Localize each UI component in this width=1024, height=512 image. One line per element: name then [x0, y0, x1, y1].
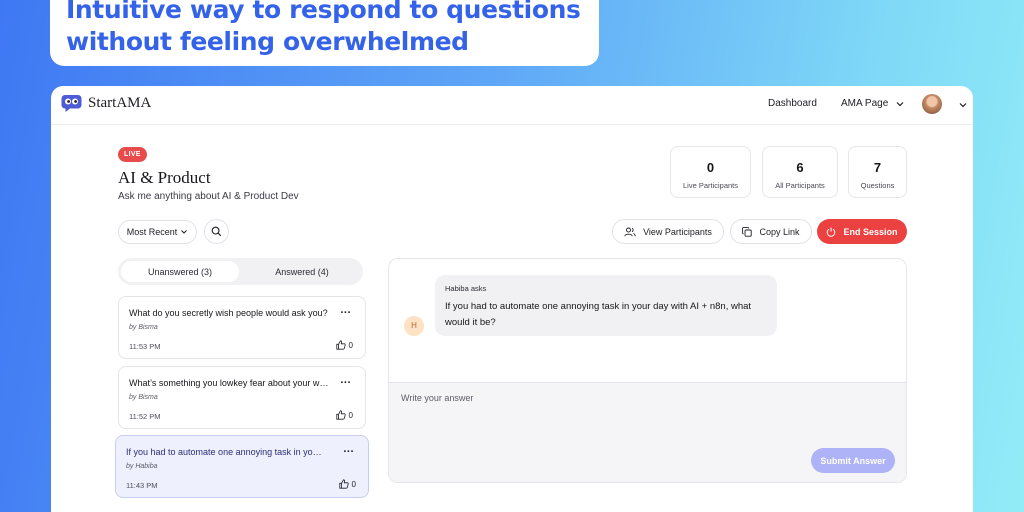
thumbs-up-icon	[335, 340, 346, 350]
sort-dropdown[interactable]: Most Recent	[118, 220, 197, 244]
nav-ama-page-label: AMA Page	[841, 98, 889, 109]
chat-panel: H Habiba asks If you had to automate one…	[388, 258, 907, 483]
search-button[interactable]	[204, 219, 229, 244]
chat-messages: H Habiba asks If you had to automate one…	[389, 259, 906, 382]
chevron-down-icon	[896, 101, 904, 106]
bubble-question-text: If you had to automate one annoying task…	[445, 301, 752, 328]
nav-dashboard-label: Dashboard	[768, 98, 817, 109]
tab-answered[interactable]: Answered (4)	[244, 261, 360, 282]
chevron-down-icon	[181, 230, 188, 234]
like-button[interactable]: 0	[335, 410, 353, 420]
thumbs-up-icon	[338, 479, 349, 489]
stat-label: All Participants	[775, 181, 825, 190]
question-card-selected[interactable]: If you had to automate one annoying task…	[115, 435, 369, 498]
question-card[interactable]: What do you secretly wish people would a…	[118, 296, 366, 359]
stat-label: Live Participants	[682, 181, 739, 190]
question-time: 11:52 PM	[129, 412, 161, 421]
view-participants-button[interactable]: View Participants	[612, 219, 724, 244]
more-options-icon[interactable]: ...	[340, 304, 351, 316]
end-session-button[interactable]: End Session	[817, 219, 907, 244]
question-text: If you had to automate one annoying task…	[126, 447, 326, 457]
copy-icon	[742, 226, 753, 237]
question-tabs: Unanswered (3) Answered (4)	[118, 258, 363, 285]
tab-unanswered[interactable]: Unanswered (3)	[121, 261, 239, 282]
question-bubble: Habiba asks If you had to automate one a…	[435, 275, 777, 336]
brand-chat-icon	[61, 95, 82, 112]
copy-link-label: Copy Link	[759, 226, 800, 237]
hero-card: Intuitive way to respond to questions wi…	[50, 0, 599, 66]
app-window: StartAMA Dashboard AMA Page LIVE AI & Pr…	[51, 86, 973, 512]
like-button[interactable]: 0	[335, 340, 353, 350]
submit-answer-button[interactable]: Submit Answer	[811, 448, 895, 473]
session-title: AI & Product	[118, 168, 211, 187]
more-options-icon[interactable]: ...	[343, 443, 354, 455]
brand-name: StartAMA	[88, 95, 152, 111]
user-avatar[interactable]	[922, 94, 942, 114]
stat-questions: 7 Questions	[848, 146, 907, 198]
nav-dashboard-link[interactable]: Dashboard	[768, 98, 817, 109]
question-time: 11:43 PM	[126, 481, 158, 490]
hero-headline-line-1: Intuitive way to respond to questions	[66, 0, 581, 24]
stat-live-participants: 0 Live Participants	[670, 146, 751, 198]
question-text: What’s something you lowkey fear about y…	[129, 378, 329, 388]
question-author: by Habiba	[126, 463, 158, 470]
question-card[interactable]: What’s something you lowkey fear about y…	[118, 366, 366, 429]
live-status-badge: LIVE	[118, 147, 147, 162]
question-text: What do you secretly wish people would a…	[129, 308, 328, 318]
answer-input[interactable]	[401, 393, 891, 433]
stat-value: 0	[706, 160, 715, 175]
users-icon	[624, 227, 636, 236]
brand-logo[interactable]: StartAMA	[61, 94, 151, 113]
search-icon	[211, 226, 222, 237]
asker-avatar: H	[404, 316, 424, 336]
question-author: by Bisma	[129, 324, 158, 331]
answer-composer: Submit Answer	[389, 382, 906, 482]
session-subtitle: Ask me anything about AI & Product Dev	[118, 191, 299, 202]
stat-all-participants: 6 All Participants	[762, 146, 838, 198]
stat-value: 7	[873, 160, 882, 175]
chevron-down-icon[interactable]	[959, 101, 967, 109]
like-count: 0	[348, 410, 353, 420]
like-count: 0	[348, 340, 353, 350]
stat-value: 6	[796, 160, 804, 175]
thumbs-up-icon	[335, 410, 346, 420]
asker-label: Habiba asks	[445, 284, 487, 293]
stat-label: Questions	[860, 181, 895, 190]
question-author: by Bisma	[129, 394, 158, 401]
view-participants-label: View Participants	[643, 226, 712, 237]
like-count: 0	[351, 479, 356, 489]
sort-label: Most Recent	[126, 227, 178, 237]
end-session-label: End Session	[843, 226, 898, 237]
hero-headline-line-2: without feeling overwhelmed	[66, 27, 469, 56]
question-time: 11:53 PM	[129, 342, 161, 351]
nav-ama-page-dropdown[interactable]: AMA Page	[841, 98, 904, 109]
copy-link-button[interactable]: Copy Link	[730, 219, 812, 244]
top-navigation-bar: StartAMA Dashboard AMA Page	[51, 86, 973, 125]
like-button[interactable]: 0	[338, 479, 356, 489]
power-icon	[827, 227, 836, 237]
more-options-icon[interactable]: ...	[340, 374, 351, 386]
